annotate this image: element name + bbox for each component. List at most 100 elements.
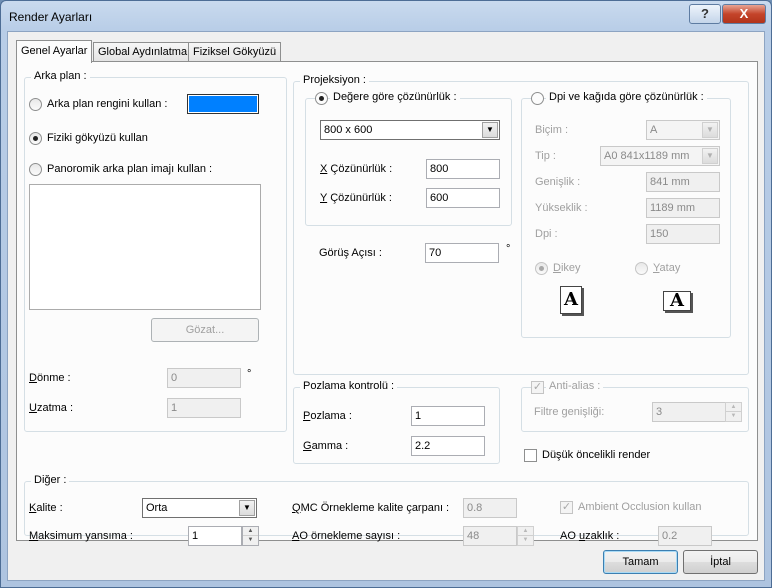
physical-sky-radio[interactable] (29, 132, 42, 145)
type-select-value: A0 841x1189 mm (604, 150, 690, 162)
background-color-label: Arka plan rengini kullan : (47, 98, 168, 110)
resolution-by-dpi-legend: Dpi ve kağıda göre çözünürlük : (546, 91, 707, 103)
max-reflection-spinner[interactable]: ▲ ▼ (242, 526, 259, 546)
close-button[interactable]: X (722, 4, 766, 24)
background-group: Arka plan : Arka plan rengini kullan : F… (24, 70, 287, 432)
quality-select[interactable]: Orta ▼ (142, 498, 257, 518)
spin-up-icon: ▲ (518, 527, 533, 536)
panoramic-image-preview (29, 184, 261, 310)
ambient-occlusion-checkbox[interactable]: ✓ (560, 501, 573, 514)
width-label: Genişlik : (535, 176, 581, 188)
exposure-legend: Pozlama kontrolü : (300, 380, 398, 392)
chevron-down-icon: ▼ (702, 122, 718, 138)
resolution-select-value: 800 x 600 (324, 124, 373, 136)
height-label: Yükseklik : (535, 202, 588, 214)
panoramic-image-label: Panoromik arka plan imajı kullan : (47, 163, 213, 175)
title-bar: Render Ayarları ? X (1, 1, 771, 31)
chevron-down-icon: ▼ (239, 500, 255, 516)
background-color-radio[interactable] (29, 98, 42, 111)
tab-global-illumination[interactable]: Global Aydınlatma (93, 42, 193, 62)
other-legend: Diğer : (31, 474, 70, 486)
low-priority-checkbox[interactable] (524, 449, 537, 462)
rotation-label: Dönme : (29, 372, 71, 384)
panoramic-image-radio[interactable] (29, 163, 42, 176)
max-reflection-label: Maksimum yansıma : (29, 530, 133, 542)
landscape-page-icon: A (663, 291, 691, 311)
qmc-input[interactable]: 0.8 (463, 498, 517, 518)
portrait-radio[interactable] (535, 262, 548, 275)
filter-width-input[interactable]: 3 (652, 402, 726, 422)
filter-width-label: Filtre genişliği: (534, 406, 605, 418)
stretch-input[interactable]: 1 (167, 398, 241, 418)
background-color-swatch[interactable] (187, 94, 259, 114)
resolution-by-value-legend: Değere göre çözünürlük : (330, 91, 460, 103)
stretch-label: Uzatma : (29, 402, 74, 414)
resolution-by-value-radio[interactable] (315, 92, 328, 105)
dpi-input[interactable]: 150 (646, 224, 720, 244)
render-settings-dialog: Render Ayarları ? X Genel Ayarlar Global… (0, 0, 772, 588)
antialias-legend: Anti-alias : (546, 380, 604, 392)
x-resolution-label: X Çözünürlük : (320, 163, 393, 175)
ao-samples-label: AO örnekleme sayısı : (292, 530, 401, 542)
fov-input[interactable]: 70 (425, 243, 499, 263)
window-title: Render Ayarları (9, 10, 93, 24)
ao-distance-label: AO uzaklık : (560, 530, 620, 542)
rotation-unit: ° (247, 368, 252, 380)
projection-legend: Projeksiyon : (300, 74, 369, 86)
spin-down-icon: ▼ (522, 537, 529, 543)
y-resolution-label: Y Çözünürlük : (320, 192, 392, 204)
rotation-input[interactable]: 0 (167, 368, 241, 388)
max-reflection-input[interactable]: 1 (188, 526, 242, 546)
spin-down-icon: ▼ (247, 537, 254, 543)
physical-sky-label: Fiziki gökyüzü kullan (47, 132, 148, 144)
antialias-checkbox[interactable]: ✓ (531, 381, 544, 394)
dpi-label: Dpi : (535, 228, 558, 240)
resolution-select[interactable]: 800 x 600 ▼ (320, 120, 500, 140)
projection-group: Projeksiyon : Değere göre çözünürlük : 8… (293, 74, 749, 375)
landscape-label: Yatay (653, 262, 681, 274)
cancel-button[interactable]: İptal (683, 550, 758, 574)
general-settings-panel: Arka plan : Arka plan rengini kullan : F… (16, 61, 758, 546)
resolution-by-value-group: Değere göre çözünürlük : 800 x 600 ▼ X Ç… (305, 91, 512, 226)
format-select-value: A (650, 124, 658, 136)
tab-physical-sky[interactable]: Fiziksel Gökyüzü (188, 42, 282, 62)
fov-label: Görüş Açısı : (319, 247, 382, 259)
filter-width-spinner[interactable]: ▲ ▼ (725, 402, 742, 422)
ao-distance-input[interactable]: 0.2 (658, 526, 712, 546)
background-legend: Arka plan : (31, 70, 90, 82)
format-label: Biçim : (535, 124, 568, 136)
ao-samples-input[interactable]: 48 (463, 526, 517, 546)
gamma-label: Gamma : (303, 440, 349, 452)
chevron-down-icon: ▼ (482, 122, 498, 138)
antialias-group: ✓ Anti-alias : Filtre genişliği: 3 ▲ ▼ (521, 380, 749, 432)
ambient-occlusion-label: Ambient Occlusion kullan (578, 501, 702, 513)
resolution-by-dpi-radio[interactable] (531, 92, 544, 105)
exposure-group: Pozlama kontrolü : Pozlama : 1 Gamma : 2… (293, 380, 500, 464)
width-input[interactable]: 841 mm (646, 172, 720, 192)
y-resolution-input[interactable]: 600 (426, 188, 500, 208)
low-priority-label: Düşük öncelikli render (542, 449, 651, 461)
x-resolution-input[interactable]: 800 (426, 159, 500, 179)
dialog-client-area: Genel Ayarlar Global Aydınlatma Fiziksel… (7, 31, 765, 581)
portrait-page-icon: A (560, 286, 582, 314)
ok-button[interactable]: Tamam (603, 550, 678, 574)
ao-samples-spinner[interactable]: ▲ ▼ (517, 526, 534, 546)
browse-button[interactable]: Gözat... (151, 318, 259, 342)
type-select[interactable]: A0 841x1189 mm ▼ (600, 146, 720, 166)
spin-down-icon: ▼ (730, 413, 737, 419)
height-input[interactable]: 1189 mm (646, 198, 720, 218)
gamma-input[interactable]: 2.2 (411, 436, 485, 456)
fov-unit: ° (506, 243, 511, 255)
portrait-label: Dikey (553, 262, 581, 274)
chevron-down-icon: ▼ (702, 148, 718, 164)
landscape-radio[interactable] (635, 262, 648, 275)
help-button[interactable]: ? (689, 4, 721, 24)
exposure-label: Pozlama : (303, 410, 352, 422)
format-select[interactable]: A ▼ (646, 120, 720, 140)
spin-up-icon: ▲ (726, 403, 741, 412)
spin-up-icon: ▲ (243, 527, 258, 536)
qmc-label: QMC Örnekleme kalite çarpanı : (292, 502, 450, 514)
type-label: Tip : (535, 150, 556, 162)
exposure-input[interactable]: 1 (411, 406, 485, 426)
tab-general-settings[interactable]: Genel Ayarlar (16, 40, 93, 63)
